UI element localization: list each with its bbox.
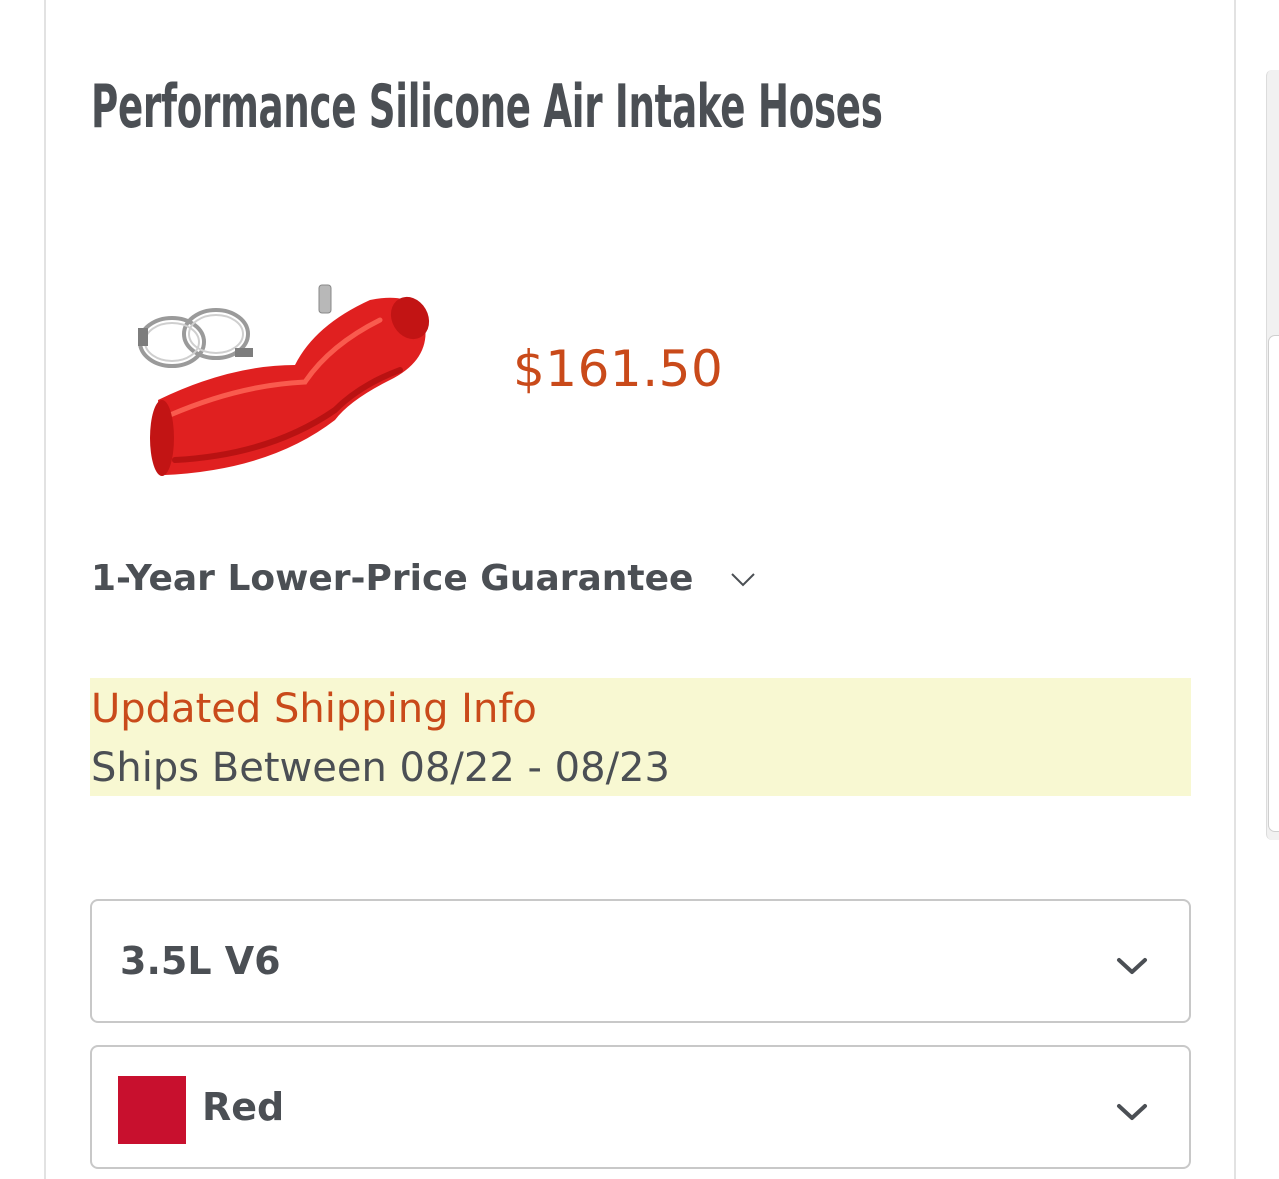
color-select-value: Red	[202, 1085, 285, 1129]
shipping-dates: Ships Between 08/22 - 08/23	[91, 745, 670, 791]
page: Performance Silicone Air Intake Hoses $1…	[0, 0, 1279, 1179]
engine-select[interactable]: 3.5L V6	[90, 899, 1191, 1023]
chevron-down-icon	[1117, 958, 1147, 974]
chevron-down-icon	[1117, 1104, 1147, 1120]
guarantee-toggle[interactable]: 1-Year Lower-Price Guarantee	[91, 558, 757, 599]
guarantee-label: 1-Year Lower-Price Guarantee	[91, 558, 694, 599]
engine-select-value: 3.5L V6	[120, 939, 281, 983]
chevron-down-icon[interactable]	[729, 569, 757, 589]
color-swatch	[118, 1076, 186, 1144]
color-select[interactable]: Red	[90, 1045, 1191, 1169]
product-image[interactable]	[120, 270, 450, 495]
product-price: $161.50	[513, 340, 724, 398]
shipping-notice-title: Updated Shipping Info	[91, 686, 537, 732]
scrollbar-thumb[interactable]	[1268, 335, 1279, 832]
product-title: Performance Silicone Air Intake Hoses	[91, 72, 883, 142]
shipping-notice: Updated Shipping Info Ships Between 08/2…	[90, 678, 1191, 796]
